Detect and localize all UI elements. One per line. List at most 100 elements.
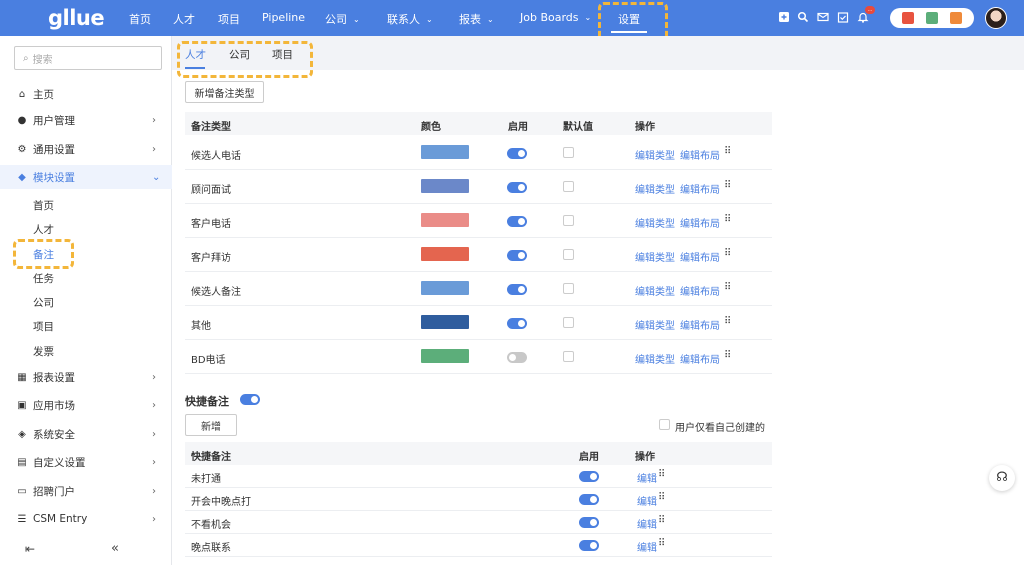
add-quick-note-button[interactable]: 新增 bbox=[185, 414, 237, 436]
drag-handle-icon[interactable]: ⠿ bbox=[724, 316, 731, 327]
nav-home[interactable]: 首页 bbox=[129, 11, 151, 27]
quick-note-toggle[interactable] bbox=[579, 517, 599, 528]
edit-type-link[interactable]: 编辑类型 bbox=[635, 147, 675, 162]
quick-note-name: 未打通 bbox=[191, 474, 221, 485]
enabled-toggle[interactable] bbox=[507, 148, 527, 159]
sidebar-subitem-projects[interactable]: 项目 bbox=[33, 319, 54, 334]
enabled-toggle[interactable] bbox=[507, 250, 527, 261]
sidebar-item-user-management[interactable]: ● 用户管理 › bbox=[0, 108, 172, 132]
sidebar-item-home[interactable]: ⌂ 主页 bbox=[0, 82, 172, 106]
outdent-icon[interactable]: ⇤ bbox=[25, 542, 35, 556]
sidebar-subitem-tasks[interactable]: 任务 bbox=[33, 271, 54, 286]
sidebar-item-csm-entry[interactable]: ☰ CSM Entry › bbox=[0, 507, 172, 531]
edit-type-link[interactable]: 编辑类型 bbox=[635, 317, 675, 332]
default-checkbox[interactable] bbox=[563, 351, 574, 362]
extension-mail-icon[interactable] bbox=[950, 12, 962, 24]
color-swatch[interactable] bbox=[421, 179, 469, 193]
default-checkbox[interactable] bbox=[563, 215, 574, 226]
edit-quick-note-link[interactable]: 编辑 bbox=[637, 470, 657, 485]
search-icon[interactable] bbox=[797, 11, 809, 23]
sidebar-item-custom-settings[interactable]: ▤ 自定义设置 › bbox=[0, 450, 172, 474]
col-default: 默认值 bbox=[563, 122, 593, 133]
enabled-toggle[interactable] bbox=[507, 182, 527, 193]
quick-note-toggle[interactable] bbox=[579, 471, 599, 482]
quick-note-toggle[interactable] bbox=[579, 540, 599, 551]
edit-quick-note-link[interactable]: 编辑 bbox=[637, 539, 657, 554]
edit-layout-link[interactable]: 编辑布局 bbox=[680, 249, 720, 264]
sidebar-subitem-home[interactable]: 首页 bbox=[33, 198, 54, 213]
color-swatch[interactable] bbox=[421, 349, 469, 363]
edit-layout-link[interactable]: 编辑布局 bbox=[680, 351, 720, 366]
default-checkbox[interactable] bbox=[563, 147, 574, 158]
drag-handle-icon[interactable]: ⠿ bbox=[658, 469, 665, 480]
extension-u-icon[interactable] bbox=[902, 12, 914, 24]
nav-pipeline[interactable]: Pipeline bbox=[262, 11, 305, 24]
extension-printer-icon[interactable] bbox=[926, 12, 938, 24]
default-checkbox[interactable] bbox=[563, 317, 574, 328]
nav-reports[interactable]: 报表 ⌄ bbox=[459, 11, 494, 27]
sidebar-item-system-security[interactable]: ◈ 系统安全 › bbox=[0, 422, 172, 446]
edit-layout-link[interactable]: 编辑布局 bbox=[680, 283, 720, 298]
drag-handle-icon[interactable]: ⠿ bbox=[658, 538, 665, 549]
enabled-toggle[interactable] bbox=[507, 284, 527, 295]
drag-handle-icon[interactable]: ⠿ bbox=[724, 350, 731, 361]
note-type-name: 候选人备注 bbox=[191, 287, 241, 298]
note-type-name: 顾问面试 bbox=[191, 185, 231, 196]
edit-layout-link[interactable]: 编辑布局 bbox=[680, 181, 720, 196]
sidebar-subitem-companies[interactable]: 公司 bbox=[33, 295, 54, 310]
color-swatch[interactable] bbox=[421, 145, 469, 159]
edit-type-link[interactable]: 编辑类型 bbox=[635, 249, 675, 264]
drag-handle-icon[interactable]: ⠿ bbox=[724, 214, 731, 225]
enabled-toggle[interactable] bbox=[507, 318, 527, 329]
edit-layout-link[interactable]: 编辑布局 bbox=[680, 147, 720, 162]
enabled-toggle[interactable] bbox=[507, 352, 527, 363]
default-checkbox[interactable] bbox=[563, 249, 574, 260]
enabled-toggle[interactable] bbox=[507, 216, 527, 227]
color-swatch[interactable] bbox=[421, 247, 469, 261]
calendar-check-icon[interactable] bbox=[837, 11, 849, 23]
default-checkbox[interactable] bbox=[563, 283, 574, 294]
quick-note-name: 晚点联系 bbox=[191, 543, 231, 554]
sidebar-subitem-talent[interactable]: 人才 bbox=[33, 222, 54, 237]
nav-projects[interactable]: 项目 bbox=[218, 11, 240, 27]
support-headset-icon[interactable]: ☊ bbox=[989, 465, 1015, 491]
sidebar-item-report-settings[interactable]: ▦ 报表设置 › bbox=[0, 365, 172, 389]
edit-quick-note-link[interactable]: 编辑 bbox=[637, 516, 657, 531]
avatar[interactable] bbox=[985, 7, 1007, 29]
quick-notes-toggle[interactable] bbox=[240, 394, 260, 405]
drag-handle-icon[interactable]: ⠿ bbox=[724, 180, 731, 191]
color-swatch[interactable] bbox=[421, 281, 469, 295]
edit-quick-note-link[interactable]: 编辑 bbox=[637, 493, 657, 508]
add-note-type-button[interactable]: 新增备注类型 bbox=[185, 81, 264, 103]
color-swatch[interactable] bbox=[421, 213, 469, 227]
edit-layout-link[interactable]: 编辑布局 bbox=[680, 317, 720, 332]
drag-handle-icon[interactable]: ⠿ bbox=[724, 248, 731, 259]
sidebar-item-recruit-portal[interactable]: ▭ 招聘门户 › bbox=[0, 479, 172, 503]
nav-job-boards[interactable]: Job Boards ⌄ bbox=[520, 11, 591, 24]
sidebar-item-app-market[interactable]: ▣ 应用市场 › bbox=[0, 393, 172, 417]
nav-talent[interactable]: 人才 bbox=[173, 11, 195, 27]
color-swatch[interactable] bbox=[421, 315, 469, 329]
sidebar-item-general-settings[interactable]: ⚙ 通用设置 › bbox=[0, 137, 172, 161]
drag-handle-icon[interactable]: ⠿ bbox=[658, 492, 665, 503]
drag-handle-icon[interactable]: ⠿ bbox=[724, 146, 731, 157]
search-input[interactable]: ⌕ 搜索 bbox=[14, 46, 162, 70]
drag-handle-icon[interactable]: ⠿ bbox=[658, 515, 665, 526]
quick-note-toggle[interactable] bbox=[579, 494, 599, 505]
nav-contacts[interactable]: 联系人 ⌄ bbox=[387, 11, 433, 27]
app-logo[interactable]: gllue bbox=[48, 6, 105, 30]
edit-type-link[interactable]: 编辑类型 bbox=[635, 351, 675, 366]
edit-type-link[interactable]: 编辑类型 bbox=[635, 283, 675, 298]
edit-layout-link[interactable]: 编辑布局 bbox=[680, 215, 720, 230]
own-only-checkbox[interactable] bbox=[659, 419, 670, 430]
default-checkbox[interactable] bbox=[563, 181, 574, 192]
mail-icon[interactable] bbox=[817, 11, 829, 23]
edit-type-link[interactable]: 编辑类型 bbox=[635, 215, 675, 230]
nav-companies[interactable]: 公司 ⌄ bbox=[325, 11, 360, 27]
edit-type-link[interactable]: 编辑类型 bbox=[635, 181, 675, 196]
drag-handle-icon[interactable]: ⠿ bbox=[724, 282, 731, 293]
sidebar-item-module-settings[interactable]: ◆ 模块设置 ⌄ bbox=[0, 165, 172, 189]
sidebar-subitem-invoices[interactable]: 发票 bbox=[33, 344, 54, 359]
plus-icon[interactable] bbox=[778, 11, 790, 23]
collapse-sidebar-icon[interactable]: « bbox=[111, 541, 119, 556]
